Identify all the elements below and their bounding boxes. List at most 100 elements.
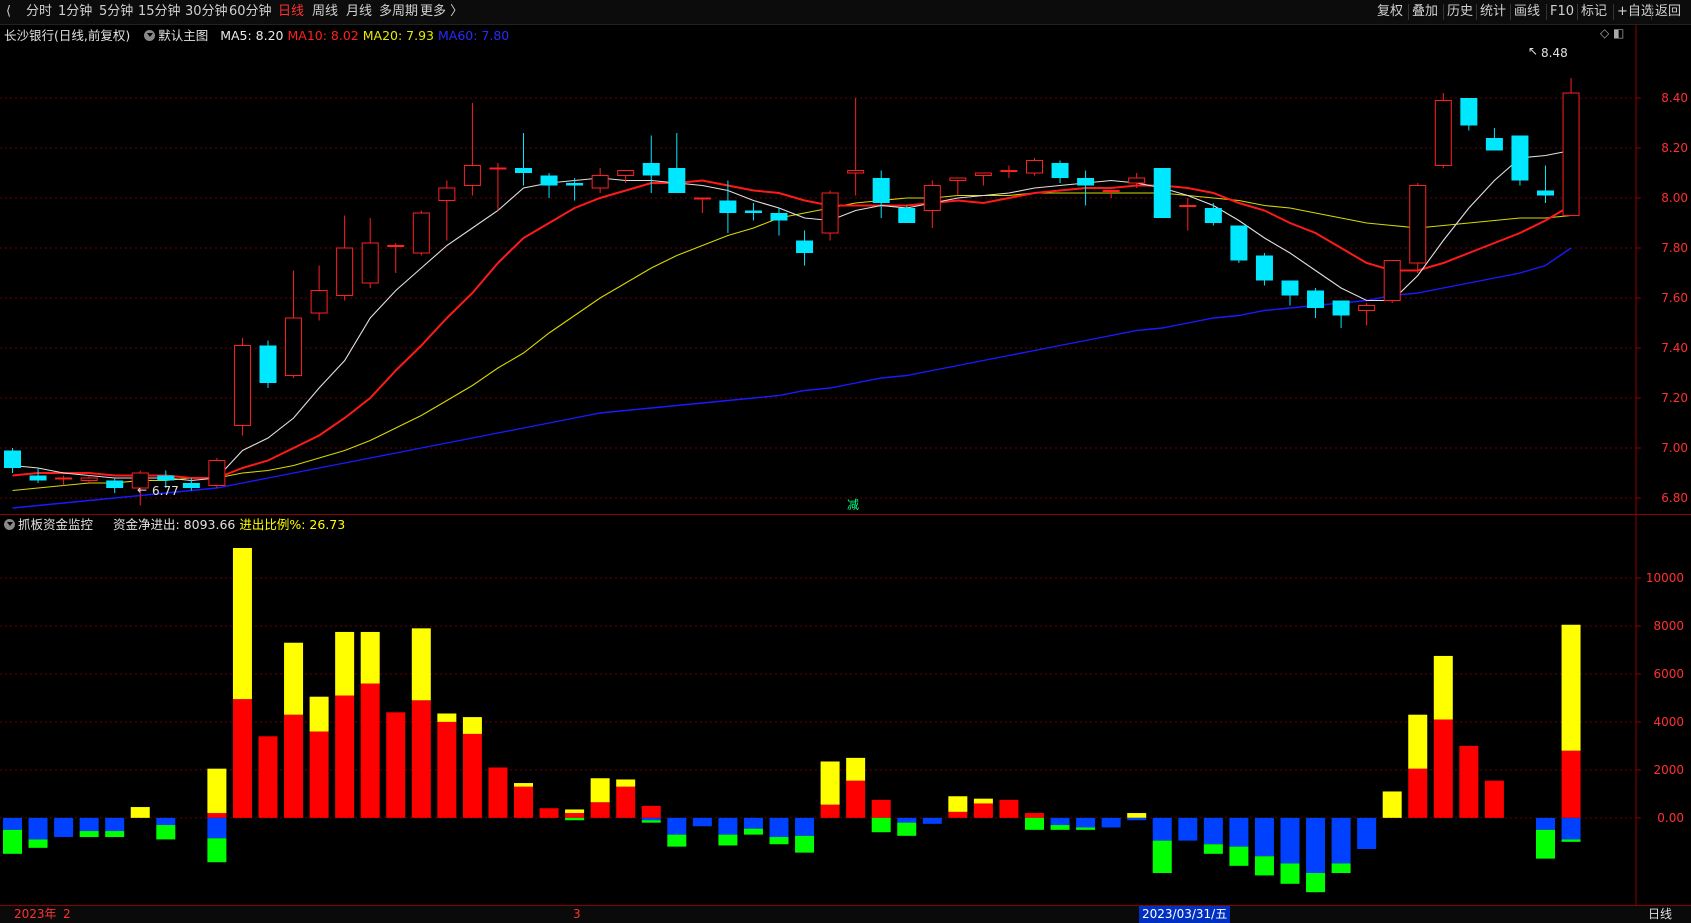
toolbar-separator [1408, 4, 1409, 20]
candle [796, 230, 814, 266]
sub-legend: 抓板资金监控 资金净进出: 8093.66 进出比例%: 26.73 [4, 514, 345, 533]
overlay-button[interactable]: 叠加 [1412, 0, 1438, 24]
money-bar-red [973, 803, 993, 818]
candle-body [336, 247, 354, 296]
money-bar-yellow [232, 547, 252, 700]
money-bar-blue [795, 817, 815, 836]
ma-layer [12, 149, 1572, 509]
money-bar-red [284, 714, 304, 818]
tab-1min[interactable]: 1分钟 [58, 0, 92, 24]
history-button[interactable]: 历史 [1447, 0, 1473, 24]
money-bar-blue [1331, 817, 1351, 864]
toolbar-separator [1510, 4, 1511, 20]
tab-60min[interactable]: 60分钟 [229, 0, 272, 24]
candle-body [847, 170, 865, 174]
tab-30min[interactable]: 30分钟 [185, 0, 228, 24]
money-bar-blue [79, 817, 99, 832]
candle-body [310, 290, 328, 314]
candle [1332, 300, 1350, 328]
tab-weekly[interactable]: 周线 [312, 0, 338, 24]
money-bar-yellow [207, 768, 227, 814]
restore-rights-button[interactable]: 复权 [1377, 0, 1403, 24]
statistics-button[interactable]: 统计 [1480, 0, 1506, 24]
period-toolbar: ⟨ 分时 1分钟 5分钟 15分钟 30分钟 60分钟 日线 周线 月线 多周期 更多 〉 复权 叠加 历史… [0, 0, 1691, 25]
candle [923, 180, 941, 228]
tab-intraday[interactable]: 分时 [26, 0, 52, 24]
price-tick-label: 8.40 [1661, 91, 1688, 105]
money-flow-bars [3, 547, 1581, 893]
tab-monthly[interactable]: 月线 [346, 0, 372, 24]
money-bar-blue [641, 817, 661, 821]
money-bar-red [539, 808, 559, 818]
stock-title: 长沙银行(日线,前复权) [4, 28, 131, 43]
money-bar-red [1433, 719, 1453, 818]
dropdown-icon [144, 30, 156, 41]
tab-15min[interactable]: 15分钟 [138, 0, 181, 24]
money-bar-green [1536, 829, 1555, 859]
candle [1230, 225, 1248, 263]
candle-body [1460, 98, 1478, 126]
candle [1434, 93, 1452, 168]
money-bar-red [871, 799, 891, 818]
money-bar-blue [1357, 817, 1377, 850]
money-bar-red [1025, 813, 1044, 818]
template-menu[interactable]: 默认主图 [144, 28, 208, 43]
ma20-line [12, 192, 1572, 492]
year-label: 2023年 [14, 907, 57, 921]
ma20-label: MA20: 7.93 [362, 28, 434, 43]
candle-body [1153, 168, 1171, 218]
money-bar-yellow [309, 696, 329, 732]
candle-body [1026, 160, 1043, 174]
candle-body [29, 475, 47, 481]
candle-body [489, 167, 507, 170]
tab-multi-period[interactable]: 多周期 [379, 0, 418, 24]
candle [1179, 198, 1197, 231]
candle-body [515, 168, 532, 173]
money-bar-red [462, 733, 482, 818]
money-bar-green [871, 817, 891, 833]
money-bar-green [207, 838, 227, 863]
money-bar-yellow [130, 807, 150, 818]
window-controls[interactable]: ◇ ◧ [1600, 26, 1624, 40]
candle [259, 340, 277, 388]
tab-more[interactable]: 更多 〉 [420, 0, 463, 24]
kline-chart[interactable]: 8.40 8.20 8.00 7.80 7.60 7.40 7.20 7.00 6.80 100… [0, 25, 1691, 905]
candle-body [1562, 92, 1580, 216]
money-bar-blue [156, 817, 176, 826]
period-label[interactable]: 日线 [1648, 906, 1672, 923]
money-bar-green [897, 822, 917, 836]
candle [1537, 165, 1554, 203]
money-bar-red [565, 813, 585, 818]
money-bar-green [641, 820, 661, 823]
money-bar-red [335, 695, 355, 818]
candle-body [540, 175, 558, 186]
toolbar-separator [1546, 4, 1547, 20]
candle [1562, 78, 1580, 216]
candle-body [1358, 305, 1376, 311]
money-tick-label: 2000 [1653, 763, 1684, 777]
draw-button[interactable]: 画线 [1514, 0, 1540, 24]
money-bar-green [28, 839, 48, 848]
money-bar-yellow [360, 631, 380, 684]
candle-body [1051, 163, 1069, 178]
money-bar-green [1306, 873, 1326, 893]
candle-body [1511, 135, 1529, 181]
f10-button[interactable]: F10 [1550, 0, 1574, 24]
collapse-icon[interactable]: ⟨ [6, 0, 11, 24]
money-bar-blue [207, 817, 227, 839]
tab-daily[interactable]: 日线 [278, 0, 304, 24]
add-watch-button[interactable]: +自选 [1617, 0, 1654, 24]
candle-body [642, 163, 660, 176]
dropdown-icon [4, 519, 15, 530]
date-axis-bar: 2023年 2 3 2023/03/31/五 日线 [0, 905, 1691, 923]
money-bar-green [1561, 839, 1581, 842]
candle [233, 338, 251, 436]
back-button[interactable]: 返回 [1655, 0, 1681, 24]
mark-button[interactable]: 标记 [1581, 0, 1607, 24]
indicator-menu[interactable]: 抓板资金监控 [4, 517, 93, 532]
tab-5min[interactable]: 5分钟 [99, 0, 133, 24]
money-bar-red [616, 786, 636, 818]
candle [1511, 135, 1529, 186]
money-bar-green [769, 837, 789, 845]
candle [1204, 203, 1222, 226]
